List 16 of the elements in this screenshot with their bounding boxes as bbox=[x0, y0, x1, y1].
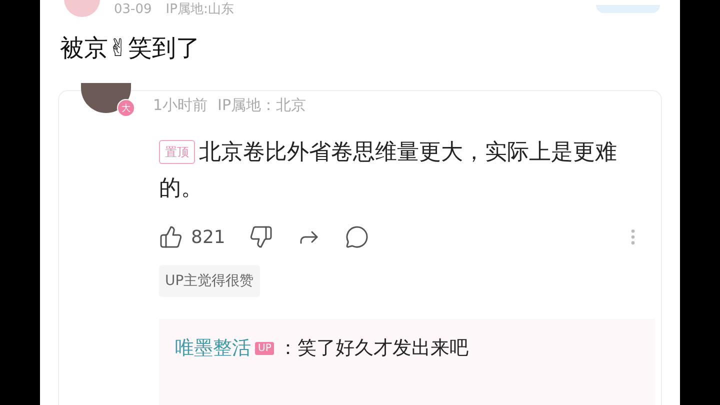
comment-time: 1小时前 bbox=[153, 96, 208, 115]
post-date: 03-09 bbox=[114, 2, 152, 16]
reply-text: ：笑了好久才发出来吧 bbox=[278, 336, 468, 361]
pinned-badge: 置顶 bbox=[159, 140, 195, 164]
thumbs-up-icon bbox=[159, 225, 183, 249]
dislike-icon[interactable] bbox=[249, 225, 274, 249]
post-ip-location: IP属地:山东 bbox=[166, 1, 234, 18]
comment-icon[interactable] bbox=[345, 225, 370, 249]
avatar-badge: 大 bbox=[117, 99, 135, 117]
comment-ip-location: IP属地：北京 bbox=[218, 96, 306, 115]
up-badge: UP bbox=[255, 342, 274, 354]
like-button[interactable]: 821 bbox=[159, 225, 226, 249]
avatar[interactable] bbox=[81, 83, 131, 113]
comment-text: 置顶 北京卷比外省卷思维量更大，实际上是更难的。 bbox=[158, 139, 618, 203]
up-liked-tag: UP主觉得很赞 bbox=[159, 265, 260, 297]
post-text: 被京✌笑到了 bbox=[59, 33, 202, 64]
